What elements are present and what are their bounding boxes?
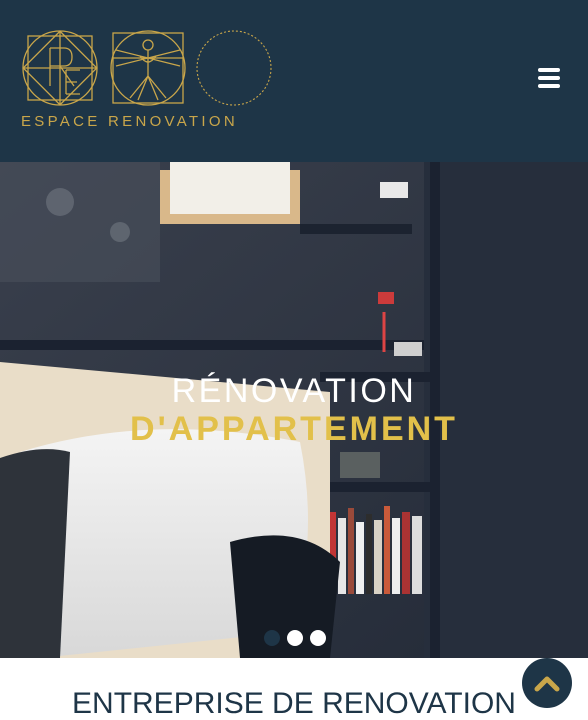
site-header: ESPACE RENOVATION <box>0 0 588 162</box>
scroll-to-top-button[interactable] <box>522 658 572 708</box>
chevron-up-icon <box>534 676 560 692</box>
slider-dot-1[interactable] <box>264 630 280 646</box>
section-title: ENTREPRISE DE RENOVATION <box>72 687 516 720</box>
hero-title: RÉNOVATION <box>171 372 417 410</box>
logo[interactable]: ESPACE RENOVATION <box>20 28 276 132</box>
hamburger-menu-icon[interactable] <box>536 66 564 92</box>
logo-text: ESPACE RENOVATION <box>21 113 238 130</box>
hero-subtitle: D'APPARTEMENT <box>130 410 458 448</box>
slider-dot-3[interactable] <box>310 630 326 646</box>
slider-dot-2[interactable] <box>287 630 303 646</box>
slider-pagination <box>262 630 332 648</box>
logo-emblem <box>22 30 272 106</box>
hero-slider: RÉNOVATION D'APPARTEMENT <box>0 162 588 658</box>
